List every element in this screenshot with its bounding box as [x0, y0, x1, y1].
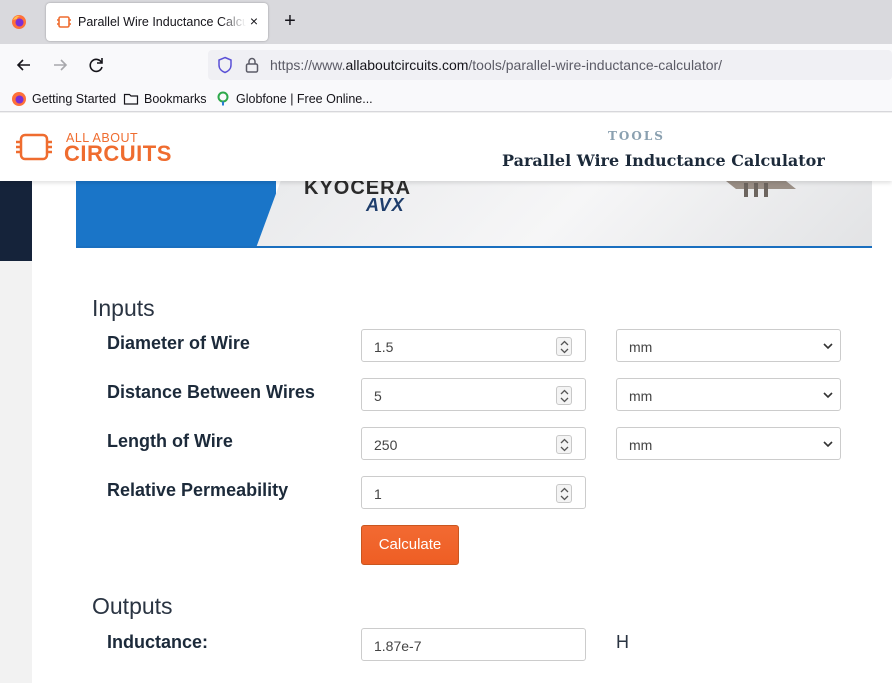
distance-label: Distance Between Wires	[107, 382, 315, 402]
spin-down-icon[interactable]	[560, 446, 569, 452]
firefox-icon[interactable]	[11, 14, 27, 30]
page-title: Parallel Wire Inductance Calculator	[502, 151, 825, 170]
inputs-heading: Inputs	[92, 295, 155, 321]
url-prefix: https://www.	[270, 57, 346, 73]
distance-spinner[interactable]	[556, 386, 572, 405]
bookmark-label: Bookmarks	[144, 92, 207, 106]
forward-arrow-icon[interactable]	[49, 54, 71, 76]
bookmark-label: Getting Started	[32, 92, 117, 106]
lock-icon[interactable]	[244, 56, 260, 74]
reload-icon[interactable]	[85, 54, 107, 76]
diameter-input[interactable]: 1.5	[361, 329, 586, 362]
diameter-unit-select[interactable]: mm	[616, 329, 841, 362]
permeability-input[interactable]: 1	[361, 476, 586, 509]
inductance-label: Inductance:	[107, 632, 209, 652]
component-image	[726, 181, 796, 197]
inductance-unit: H	[616, 632, 629, 652]
calculator-content: KYOCERA AVX Inputs Diameter of Wire 1.5 …	[56, 181, 892, 683]
page-viewport: ALL ABOUT CIRCUITS TOOLS Parallel Wire I…	[0, 113, 892, 683]
sidebar-gutter	[32, 181, 56, 683]
url-path: /tools/parallel-wire-inductance-calculat…	[468, 57, 723, 73]
url-domain: allaboutcircuits.com	[345, 57, 469, 73]
length-label: Length of Wire	[107, 431, 233, 451]
folder-icon	[123, 93, 139, 105]
banner-brand-avx: AVX	[366, 195, 405, 215]
bookmark-getting-started[interactable]: Getting Started	[11, 90, 116, 108]
banner-blue-panel	[76, 181, 276, 246]
spin-up-icon[interactable]	[560, 438, 569, 444]
chip-logo-icon[interactable]	[16, 132, 52, 162]
nav-bar: https://www.allaboutcircuits.com/tools/p…	[0, 44, 892, 86]
section-label: TOOLS	[608, 129, 665, 143]
length-unit-value: mm	[629, 437, 653, 453]
distance-value: 5	[374, 388, 382, 404]
chevron-down-icon	[823, 343, 833, 350]
distance-unit-select[interactable]: mm	[616, 378, 841, 411]
spin-down-icon[interactable]	[560, 397, 569, 403]
url-text[interactable]: https://www.allaboutcircuits.com/tools/p…	[270, 57, 722, 73]
spin-up-icon[interactable]	[560, 487, 569, 493]
back-arrow-icon[interactable]	[13, 54, 35, 76]
length-unit-select[interactable]: mm	[616, 427, 841, 460]
permeability-value: 1	[374, 486, 382, 502]
firefox-icon	[12, 92, 26, 106]
spin-down-icon[interactable]	[560, 495, 569, 501]
calculate-button[interactable]: Calculate	[361, 525, 459, 565]
inductance-value: 1.87e-7	[374, 638, 422, 654]
diameter-label: Diameter of Wire	[107, 333, 250, 353]
logo-text-big[interactable]: CIRCUITS	[64, 141, 172, 167]
chevron-down-icon	[823, 441, 833, 448]
chip-favicon-icon	[57, 16, 71, 28]
site-header: ALL ABOUT CIRCUITS TOOLS Parallel Wire I…	[0, 113, 892, 181]
bookmarks-bar: Getting Started Bookmarks Globfone | Fre…	[0, 86, 892, 112]
permeability-label: Relative Permeability	[107, 480, 289, 500]
distance-input[interactable]: 5	[361, 378, 586, 411]
spin-up-icon[interactable]	[560, 340, 569, 346]
diameter-spinner[interactable]	[556, 337, 572, 356]
spin-up-icon[interactable]	[560, 389, 569, 395]
active-tab[interactable]: Parallel Wire Inductance Calculator ×	[46, 3, 268, 41]
url-bar[interactable]: https://www.allaboutcircuits.com/tools/p…	[208, 50, 892, 80]
inductance-output[interactable]: 1.87e-7	[361, 628, 586, 661]
outputs-heading: Outputs	[92, 593, 173, 619]
tab-close-icon[interactable]: ×	[246, 13, 262, 29]
diameter-unit-value: mm	[629, 339, 653, 355]
length-input[interactable]: 250	[361, 427, 586, 460]
ad-banner[interactable]: KYOCERA AVX	[76, 181, 872, 248]
diameter-value: 1.5	[374, 339, 394, 355]
bookmark-folder[interactable]: Bookmarks	[123, 90, 207, 108]
length-spinner[interactable]	[556, 435, 572, 454]
bookmark-globfone[interactable]: Globfone | Free Online...	[215, 90, 373, 108]
distance-unit-value: mm	[629, 388, 653, 404]
new-tab-button[interactable]: +	[280, 11, 300, 31]
bookmark-label: Globfone | Free Online...	[236, 92, 373, 106]
length-value: 250	[374, 437, 398, 453]
tab-title: Parallel Wire Inductance Calculator	[78, 15, 246, 29]
sidebar-dark-strip	[0, 181, 32, 261]
globfone-icon	[217, 91, 229, 106]
shield-icon[interactable]	[216, 56, 234, 74]
tab-strip: Parallel Wire Inductance Calculator × +	[0, 0, 892, 44]
permeability-spinner[interactable]	[556, 484, 572, 503]
spin-down-icon[interactable]	[560, 348, 569, 354]
chevron-down-icon	[823, 392, 833, 399]
